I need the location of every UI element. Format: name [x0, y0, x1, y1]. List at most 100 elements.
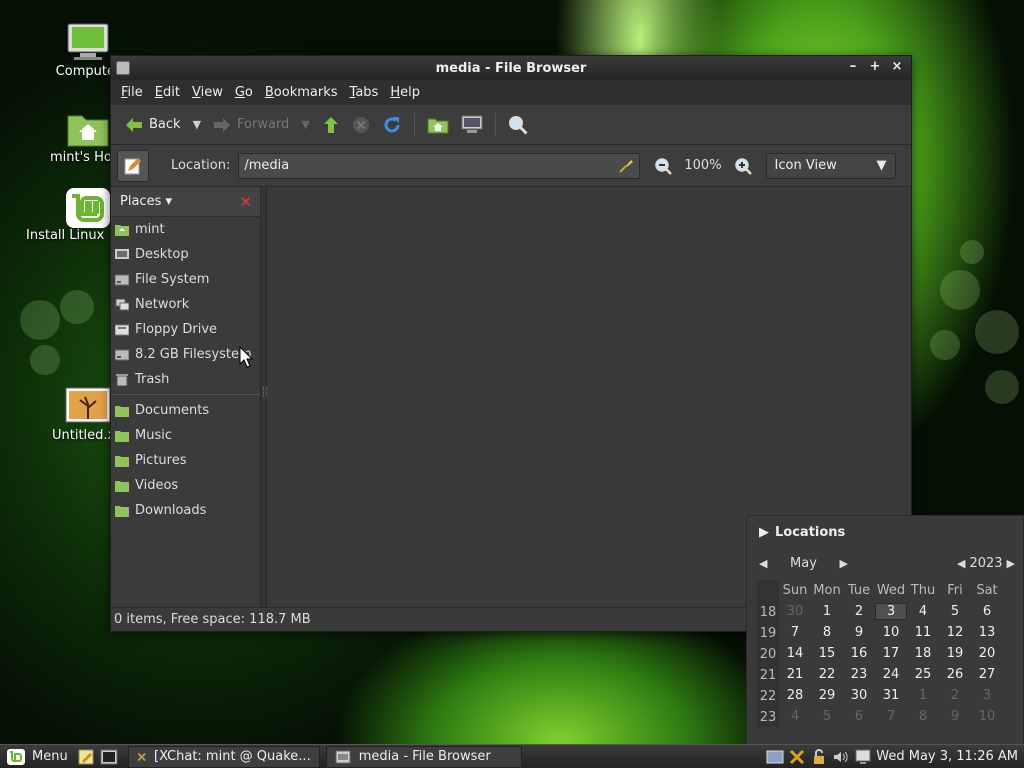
stop-button[interactable] [346, 112, 376, 138]
sidebar-item-videos[interactable]: Videos [111, 473, 260, 498]
calendar-day[interactable]: 12 [939, 625, 971, 640]
calendar-day[interactable]: 13 [971, 625, 1003, 640]
calendar-day[interactable]: 26 [939, 667, 971, 682]
workspace-switcher-icon[interactable] [766, 748, 784, 766]
calendar-day[interactable]: 23 [843, 667, 875, 682]
menu-tabs[interactable]: Tabs [344, 85, 385, 100]
calendar-day[interactable]: 21 [779, 667, 811, 682]
zoom-level[interactable]: 100% [684, 158, 721, 173]
calendar-day[interactable]: 30 [843, 688, 875, 703]
computer-button[interactable] [455, 111, 489, 139]
calendar-day[interactable]: 25 [907, 667, 939, 682]
sidebar-item-music[interactable]: Music [111, 423, 260, 448]
sidebar-item-documents[interactable]: Documents [111, 398, 260, 423]
calendar-day[interactable]: 4 [907, 604, 939, 619]
calendar-day[interactable]: 2 [939, 688, 971, 703]
calendar-day[interactable]: 7 [875, 709, 907, 724]
taskbar-task-file-browser[interactable]: media - File Browser [325, 745, 522, 768]
calendar-day[interactable]: 9 [843, 625, 875, 640]
location-input[interactable]: /media [238, 152, 641, 179]
lock-icon[interactable] [810, 748, 828, 766]
text-editor-launcher-icon[interactable] [78, 749, 96, 765]
calendar-day[interactable]: 17 [875, 646, 907, 661]
calendar-day[interactable]: 5 [811, 709, 843, 724]
sidebar-item-network[interactable]: Network [111, 292, 260, 317]
calendar-day[interactable]: 8 [811, 625, 843, 640]
clear-location-icon[interactable] [618, 158, 634, 178]
calendar-day[interactable]: 14 [779, 646, 811, 661]
calendar-day[interactable]: 19 [939, 646, 971, 661]
menu-file[interactable]: File [115, 85, 149, 100]
next-month-button[interactable]: ▶ [839, 557, 847, 570]
calendar-day[interactable]: 2 [843, 604, 875, 619]
calendar-day[interactable]: 31 [875, 688, 907, 703]
main-menu-button[interactable]: Menu [0, 748, 74, 766]
calendar-day[interactable]: 28 [779, 688, 811, 703]
sidebar-item-pictures[interactable]: Pictures [111, 448, 260, 473]
calendar-day[interactable]: 6 [843, 709, 875, 724]
calendar-day[interactable]: 27 [971, 667, 1003, 682]
calendar-day[interactable]: 18 [907, 646, 939, 661]
calendar-day[interactable]: 4 [779, 709, 811, 724]
xchat-tray-icon[interactable] [788, 748, 806, 766]
close-sidebar-icon[interactable]: ✕ [239, 193, 252, 211]
sidebar-item-trash[interactable]: Trash [111, 367, 260, 392]
calendar-day[interactable]: 1 [907, 688, 939, 703]
zoom-out-icon[interactable] [654, 157, 673, 175]
calendar-day[interactable]: 8 [907, 709, 939, 724]
sidebar-item-floppy[interactable]: Floppy Drive [111, 317, 260, 342]
clock[interactable]: Wed May 3, 11:26 AM [876, 749, 1018, 764]
prev-month-button[interactable]: ◀ [759, 557, 767, 570]
menu-go[interactable]: Go [229, 85, 259, 100]
minimize-button[interactable]: – [845, 59, 861, 74]
sidebar-item-filesystem-8gb[interactable]: 8.2 GB Filesystem [111, 342, 260, 367]
calendar-day[interactable]: 16 [843, 646, 875, 661]
pane-splitter[interactable] [261, 187, 267, 607]
calendar-day[interactable]: 9 [939, 709, 971, 724]
sidebar-item-file-system[interactable]: File System [111, 267, 260, 292]
sidebar-item-desktop[interactable]: Desktop [111, 242, 260, 267]
volume-icon[interactable] [832, 748, 850, 766]
sidebar-mode-select[interactable]: Places ▾ [120, 194, 172, 209]
calendar-day[interactable]: 30 [779, 604, 811, 619]
calendar-day[interactable]: 6 [971, 604, 1003, 619]
next-year-button[interactable]: ▶ [1007, 557, 1015, 570]
search-button[interactable] [502, 111, 534, 139]
calendar-day[interactable]: 29 [811, 688, 843, 703]
calendar-day[interactable]: 15 [811, 646, 843, 661]
home-button[interactable] [421, 112, 455, 138]
calendar-day[interactable]: 5 [939, 604, 971, 619]
toggle-location-entry-button[interactable] [117, 149, 149, 182]
calendar-day[interactable]: 10 [875, 625, 907, 640]
forward-history-dropdown[interactable]: ▼ [295, 118, 315, 131]
menu-edit[interactable]: Edit [149, 85, 186, 100]
calendar-day[interactable]: 10 [971, 709, 1003, 724]
calendar-day[interactable]: 11 [907, 625, 939, 640]
calendar-day[interactable]: 22 [811, 667, 843, 682]
taskbar-task-xchat[interactable]: [XChat: mint @ Quake... [127, 745, 320, 768]
title-bar[interactable]: media - File Browser – + × [111, 56, 911, 80]
menu-help[interactable]: Help [384, 85, 426, 100]
prev-year-button[interactable]: ◀ [957, 557, 965, 570]
maximize-button[interactable]: + [867, 59, 883, 74]
back-history-dropdown[interactable]: ▼ [187, 118, 207, 131]
zoom-in-icon[interactable] [734, 157, 752, 175]
close-button[interactable]: × [889, 59, 905, 74]
calendar-day[interactable]: 20 [971, 646, 1003, 661]
calendar-day[interactable]: 24 [875, 667, 907, 682]
reload-button[interactable] [376, 111, 408, 139]
calendar-day[interactable]: 1 [811, 604, 843, 619]
calendar-day[interactable]: 3 [971, 688, 1003, 703]
forward-button[interactable]: Forward [207, 113, 295, 137]
terminal-launcher-icon[interactable] [100, 749, 118, 765]
sidebar-item-downloads[interactable]: Downloads [111, 498, 260, 523]
calendar-day-today[interactable]: 3 [875, 603, 907, 620]
menu-bookmarks[interactable]: Bookmarks [259, 85, 344, 100]
sidebar-item-mint[interactable]: mint [111, 217, 260, 242]
back-button[interactable]: Back [119, 113, 187, 137]
locations-expander[interactable]: ▶ Locations [747, 516, 1023, 548]
network-status-icon[interactable] [854, 748, 872, 766]
up-button[interactable] [316, 112, 346, 138]
view-mode-select[interactable]: Icon View ▼ [765, 152, 896, 179]
calendar-day[interactable]: 7 [779, 625, 811, 640]
